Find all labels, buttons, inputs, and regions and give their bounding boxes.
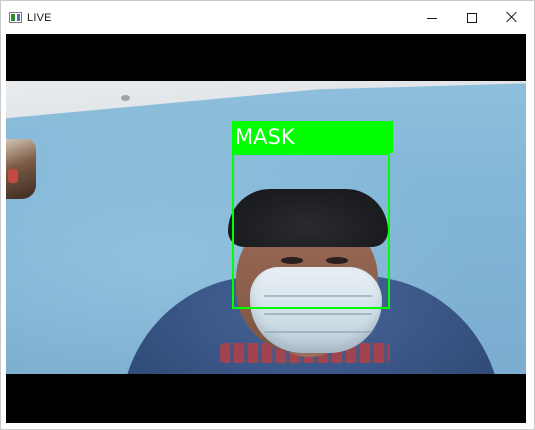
mask-fold xyxy=(264,313,372,315)
minimize-icon xyxy=(427,18,437,19)
close-icon xyxy=(506,11,518,23)
wall-mark xyxy=(121,95,130,101)
maximize-icon xyxy=(467,13,477,23)
background-object xyxy=(6,139,36,199)
detection-label: MASK xyxy=(235,125,295,149)
close-button[interactable] xyxy=(492,1,532,34)
maximize-button[interactable] xyxy=(452,1,492,34)
window-title: LIVE xyxy=(27,12,52,24)
live-window: LIVE MASK xyxy=(0,0,535,430)
title-bar[interactable]: LIVE xyxy=(1,1,534,34)
camera-frame: MASK xyxy=(6,81,526,374)
app-window-icon xyxy=(9,12,22,23)
minimize-button[interactable] xyxy=(412,1,452,34)
mask-fold xyxy=(264,331,372,333)
detection-box xyxy=(232,153,390,309)
video-viewport: MASK xyxy=(6,34,526,423)
